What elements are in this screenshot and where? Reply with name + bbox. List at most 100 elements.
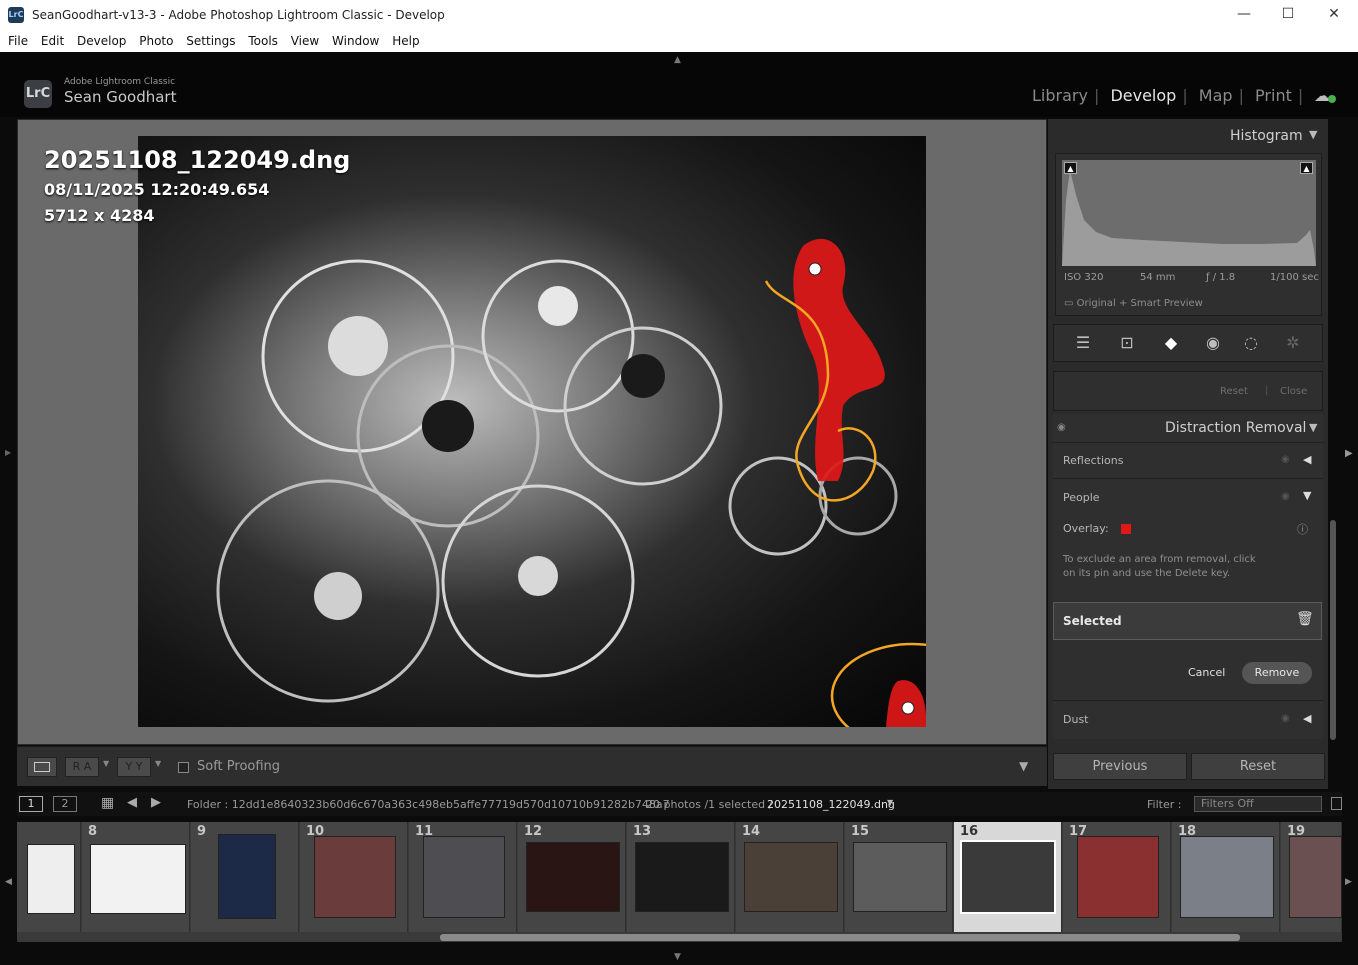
overlay-color-swatch[interactable] <box>1121 524 1131 534</box>
film-thumb <box>314 836 396 918</box>
before-after-dropdown-icon[interactable]: ▼ <box>103 759 109 768</box>
current-filename[interactable]: 20251108_122049.dng <box>767 798 895 811</box>
remove-button[interactable]: Remove <box>1242 662 1312 684</box>
distraction-removal-title[interactable]: Distraction Removal <box>1165 420 1306 436</box>
filename-dropdown-icon[interactable]: ▼ <box>887 798 893 807</box>
histogram-collapse-icon[interactable]: ▼ <box>1309 128 1317 141</box>
trash-icon[interactable]: 🗑 <box>1296 611 1314 627</box>
film-cell-11[interactable]: 11 <box>409 822 517 932</box>
film-thumb <box>960 840 1056 914</box>
menu-edit[interactable]: Edit <box>41 32 64 50</box>
grid-view-icon[interactable]: ▦ <box>101 795 114 811</box>
back-arrow-icon[interactable]: ◀ <box>127 795 137 810</box>
before-after-lr-button[interactable]: R A <box>65 757 99 777</box>
loupe-view-button[interactable] <box>27 757 57 777</box>
cloud-sync-icon[interactable]: ☁ <box>1314 86 1336 105</box>
close-button[interactable]: ✕ <box>1324 6 1344 26</box>
histogram-graph[interactable] <box>1062 160 1316 266</box>
filmstrip-scrollbar[interactable] <box>440 934 1240 941</box>
menu-develop[interactable]: Develop <box>77 32 126 50</box>
film-cell-15[interactable]: 15 <box>845 822 953 932</box>
removal-pin-icon[interactable] <box>808 262 822 276</box>
panel-scrollbar[interactable] <box>1330 520 1336 740</box>
cancel-button[interactable]: Cancel <box>1188 666 1225 679</box>
film-cell-18[interactable]: 18 <box>1172 822 1280 932</box>
tool-reset-button[interactable]: Reset <box>1220 386 1248 397</box>
focal-length-value: 54 mm <box>1140 272 1176 283</box>
module-library[interactable]: Library <box>1032 86 1088 105</box>
film-cell-17[interactable]: 17 <box>1063 822 1171 932</box>
right-panel-toggle-icon[interactable]: ▶ <box>1345 448 1353 459</box>
menu-window[interactable]: Window <box>332 32 379 50</box>
user-name: Sean Goodhart <box>64 88 177 106</box>
menu-tools[interactable]: Tools <box>248 32 278 50</box>
edit-sliders-icon[interactable]: ☰ <box>1072 333 1094 355</box>
people-collapse-icon[interactable]: ▼ <box>1303 489 1311 502</box>
presets-icon[interactable]: ✲ <box>1282 333 1304 355</box>
distraction-collapse-icon[interactable]: ▼ <box>1309 421 1317 434</box>
film-cell-13[interactable]: 13 <box>627 822 735 932</box>
minimize-button[interactable]: — <box>1234 6 1254 26</box>
masking-icon[interactable]: ◌ <box>1240 333 1262 355</box>
before-after-tb-button[interactable]: Y Y <box>117 757 151 777</box>
filter-lock-icon[interactable] <box>1331 797 1342 810</box>
module-map[interactable]: Map <box>1199 86 1233 105</box>
menu-file[interactable]: File <box>8 32 28 50</box>
film-cell-12[interactable]: 12 <box>518 822 626 932</box>
eraser-icon[interactable]: ◆ <box>1160 333 1182 355</box>
filmstrip-right-arrow-icon[interactable]: ▶ <box>1345 877 1352 887</box>
film-cell-7[interactable] <box>17 822 81 932</box>
film-cell-16-selected[interactable]: 16 <box>954 822 1062 932</box>
menu-settings[interactable]: Settings <box>186 32 235 50</box>
module-develop[interactable]: Develop <box>1110 86 1176 105</box>
reflections-row[interactable]: Reflections ◉ ◀ <box>1053 442 1323 478</box>
app-name: Adobe Lightroom Classic <box>64 77 176 87</box>
highlight-clipping-icon[interactable]: ▲ <box>1300 162 1313 174</box>
menu-photo[interactable]: Photo <box>139 32 173 50</box>
film-thumb <box>635 842 729 912</box>
viewer-toolbar: R A ▼ Y Y ▼ Soft Proofing ▼ <box>17 746 1047 786</box>
collapse-top-panel-icon[interactable]: ▲ <box>674 55 681 65</box>
view-options-dropdown-icon[interactable]: ▼ <box>155 759 161 768</box>
reset-button[interactable]: Reset <box>1191 753 1325 780</box>
photo-content <box>216 238 926 727</box>
removal-pin-2-icon[interactable] <box>901 701 915 715</box>
left-panel-toggle-icon[interactable]: ▶ <box>5 448 11 457</box>
film-cell-19[interactable]: 19 <box>1281 822 1342 932</box>
overlay-info-icon[interactable]: ⓘ <box>1297 521 1308 537</box>
collapse-bottom-panel-icon[interactable]: ▼ <box>674 952 681 962</box>
dust-eye-icon[interactable]: ◉ <box>1281 713 1290 724</box>
forward-arrow-icon[interactable]: ▶ <box>151 795 161 810</box>
film-cell-8[interactable]: 8 <box>82 822 190 932</box>
filter-select[interactable]: Filters Off <box>1194 796 1322 812</box>
panel-visibility-eye-icon[interactable]: ◉ <box>1057 422 1066 433</box>
histogram-title[interactable]: Histogram <box>1230 128 1303 144</box>
people-eye-icon[interactable]: ◉ <box>1281 491 1290 502</box>
shadow-clipping-icon[interactable]: ▲ <box>1064 162 1077 174</box>
main-photo[interactable] <box>138 136 926 727</box>
film-cell-14[interactable]: 14 <box>736 822 844 932</box>
secondary-window-button[interactable]: 2 <box>53 796 77 812</box>
menu-help[interactable]: Help <box>392 32 419 50</box>
film-cell-10[interactable]: 10 <box>300 822 408 932</box>
selected-label: Selected <box>1063 614 1122 628</box>
toolbar-options-dropdown-icon[interactable]: ▼ <box>1019 759 1028 773</box>
red-eye-icon[interactable]: ◉ <box>1202 333 1224 355</box>
dust-row[interactable]: Dust ◉ ◀ <box>1053 700 1323 739</box>
crop-icon[interactable]: ⊡ <box>1116 333 1138 355</box>
reflections-eye-icon[interactable]: ◉ <box>1281 454 1290 465</box>
module-print[interactable]: Print <box>1255 86 1292 105</box>
dust-expand-icon[interactable]: ◀ <box>1303 712 1311 725</box>
soft-proofing-checkbox[interactable] <box>178 762 189 773</box>
reflections-expand-icon[interactable]: ◀ <box>1303 453 1311 466</box>
filmstrip-left-arrow-icon[interactable]: ◀ <box>5 877 12 887</box>
selected-row[interactable]: Selected 🗑 <box>1053 602 1322 640</box>
maximize-button[interactable]: ☐ <box>1278 6 1298 26</box>
film-cell-9[interactable]: 9 <box>191 822 299 932</box>
primary-window-button[interactable]: 1 <box>19 796 43 812</box>
menu-view[interactable]: View <box>291 32 319 50</box>
folder-path[interactable]: Folder : 12dd1e8640323b60d6c670a363c498e… <box>187 798 670 811</box>
soft-proofing-label: Soft Proofing <box>197 759 281 774</box>
tool-close-button[interactable]: Close <box>1280 386 1307 397</box>
previous-button[interactable]: Previous <box>1053 753 1187 780</box>
